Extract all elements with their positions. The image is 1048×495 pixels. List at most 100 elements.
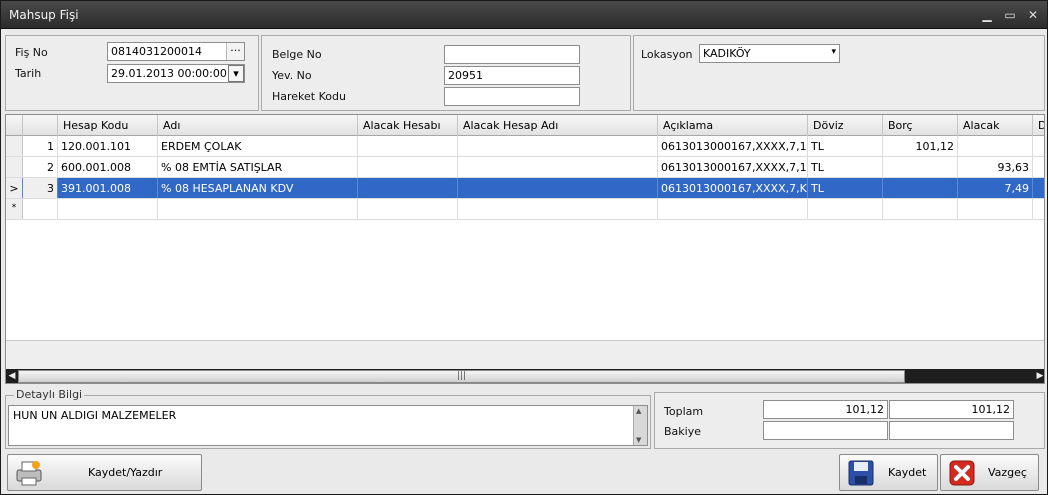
cell-alacak-hesabi[interactable] (358, 157, 458, 177)
cell-doviz[interactable]: TL (808, 157, 883, 177)
mahsup-grid: Hesap Kodu Adı Alacak Hesabı Alacak Hesa… (5, 114, 1045, 384)
printer-icon (16, 461, 42, 486)
fis-no-lookup-button[interactable]: ··· (226, 43, 244, 60)
scroll-right-icon[interactable]: ▶ (1034, 369, 1044, 383)
hareket-kodu-field[interactable] (444, 87, 580, 106)
column-header-doviz[interactable]: Döviz (808, 115, 883, 136)
lokasyon-panel: Lokasyon KADIKÖY ▾ (633, 35, 1045, 111)
cell-alacak[interactable] (958, 136, 1033, 156)
cell-doviz[interactable]: TL (808, 178, 883, 198)
lokasyon-value: KADIKÖY (703, 47, 751, 60)
new-row-icon[interactable]: * (6, 199, 23, 219)
minimize-icon[interactable]: ▁ (979, 7, 995, 23)
save-icon (848, 460, 874, 486)
yev-no-label: Yev. No (272, 69, 312, 82)
cell-alacak-hesabi[interactable] (358, 178, 458, 198)
detayli-bilgi-text: HUN UN ALDIGI MALZEMELER (13, 409, 177, 422)
row-indicator[interactable] (6, 157, 23, 177)
cell-alacak[interactable]: 93,63 (958, 157, 1033, 177)
cell-alacak[interactable]: 7,49 (958, 178, 1033, 198)
row-number (23, 199, 58, 219)
cell-alacak-hesap-adi[interactable] (458, 178, 658, 198)
tarih-dropdown-icon[interactable]: ▾ (228, 65, 244, 82)
column-header-alacak-hesabi[interactable]: Alacak Hesabı (358, 115, 458, 136)
horizontal-scrollbar[interactable]: ◀ ||| ▶ (6, 369, 1044, 383)
belge-no-label: Belge No (272, 48, 322, 61)
close-icon[interactable]: ✕ (1025, 7, 1041, 23)
scroll-left-icon[interactable]: ◀ (6, 369, 18, 383)
cell-borc[interactable]: 101,12 (883, 136, 958, 156)
cell-aciklama[interactable] (658, 199, 808, 219)
cell-adi[interactable]: % 08 HESAPLANAN KDV (158, 178, 358, 198)
vazgec-label: Vazgeç (988, 466, 1027, 479)
belge-no-field[interactable] (444, 45, 580, 64)
cell-aciklama[interactable]: 0613013000167,XXXX,7,10... (658, 157, 808, 177)
cell-alacak[interactable] (958, 199, 1033, 219)
detayli-bilgi-group: Detaylı Bilgi HUN UN ALDIGI MALZEMELER ▲… (5, 388, 651, 449)
cell-adi[interactable]: % 08 EMTİA SATIŞLAR (158, 157, 358, 177)
scroll-thumb[interactable]: ||| (18, 370, 905, 383)
row-number: 1 (23, 136, 58, 156)
mahsup-fisi-window: Mahsup Fişi ▁ ▭ ✕ Fiş No 0814031200014 ·… (0, 0, 1048, 495)
cell-hesap-kodu[interactable]: 120.001.101 (58, 136, 158, 156)
column-header-d[interactable]: D (1033, 115, 1044, 136)
column-header-hesap-kodu[interactable]: Hesap Kodu (58, 115, 158, 136)
cell-alacak-hesap-adi[interactable] (458, 199, 658, 219)
cell-alacak-hesap-adi[interactable] (458, 157, 658, 177)
belge-panel: Belge No Yev. No 20951 Hareket Kodu (261, 35, 631, 111)
fis-panel: Fiş No 0814031200014 ··· Tarih 29.01.201… (5, 35, 259, 111)
toplam-alacak-field: 101,12 (889, 400, 1014, 419)
cell-alacak-hesabi[interactable] (358, 136, 458, 156)
scroll-up-icon[interactable]: ▲ (636, 407, 641, 415)
cell-doviz[interactable]: TL (808, 136, 883, 156)
maximize-icon[interactable]: ▭ (1002, 7, 1018, 23)
cell-adi[interactable]: ERDEM ÇOLAK (158, 136, 358, 156)
vazgec-button[interactable]: Vazgeç (940, 454, 1039, 491)
cell-adi[interactable] (158, 199, 358, 219)
column-header-aciklama[interactable]: Açıklama (658, 115, 808, 136)
grid-footer (6, 340, 1044, 369)
fis-no-label: Fiş No (15, 46, 48, 59)
tarih-field[interactable]: 29.01.2013 00:00:00 ▾ (107, 64, 245, 83)
cell-borc[interactable] (883, 178, 958, 198)
tarih-value: 29.01.2013 00:00:00 (111, 67, 227, 80)
table-row-selected[interactable]: > 3 391.001.008 % 08 HESAPLANAN KDV 0613… (6, 178, 1044, 199)
current-row-icon[interactable]: > (6, 178, 23, 198)
table-row[interactable]: 2 600.001.008 % 08 EMTİA SATIŞLAR 061301… (6, 157, 1044, 178)
title-bar: Mahsup Fişi ▁ ▭ ✕ (1, 1, 1047, 29)
cell-aciklama[interactable]: 0613013000167,XXXX,7,K... (658, 178, 808, 198)
grid-header: Hesap Kodu Adı Alacak Hesabı Alacak Hesa… (6, 115, 1044, 136)
row-indicator[interactable] (6, 136, 23, 156)
memo-vertical-scrollbar[interactable]: ▲ ▼ (633, 406, 647, 445)
bakiye-borc-field (763, 421, 888, 440)
kaydet-label: Kaydet (888, 466, 927, 479)
yev-no-field[interactable]: 20951 (444, 66, 580, 85)
cell-aciklama[interactable]: 0613013000167,XXXX,7,10... (658, 136, 808, 156)
tarih-label: Tarih (15, 67, 42, 80)
lokasyon-select[interactable]: KADIKÖY ▾ (699, 44, 840, 63)
scroll-down-icon[interactable]: ▼ (636, 436, 641, 444)
cell-alacak-hesabi[interactable] (358, 199, 458, 219)
fis-no-field[interactable]: 0814031200014 ··· (107, 42, 245, 61)
new-row[interactable]: * (6, 199, 1044, 220)
cell-hesap-kodu[interactable] (58, 199, 158, 219)
cell-borc[interactable] (883, 199, 958, 219)
cell-alacak-hesap-adi[interactable] (458, 136, 658, 156)
detayli-bilgi-memo[interactable]: HUN UN ALDIGI MALZEMELER ▲ ▼ (8, 405, 648, 446)
bakiye-alacak-field (889, 421, 1014, 440)
cell-hesap-kodu[interactable]: 391.001.008 (58, 178, 158, 198)
chevron-down-icon[interactable]: ▾ (831, 46, 836, 59)
column-header-alacak-hesap-adi[interactable]: Alacak Hesap Adı (458, 115, 658, 136)
cell-doviz[interactable] (808, 199, 883, 219)
cell-borc[interactable] (883, 157, 958, 177)
kaydet-button[interactable]: Kaydet (839, 454, 938, 491)
cell-hesap-kodu[interactable]: 600.001.008 (58, 157, 158, 177)
table-row[interactable]: 1 120.001.101 ERDEM ÇOLAK 0613013000167,… (6, 136, 1044, 157)
kaydet-yazdir-button[interactable]: Kaydet/Yazdır (7, 454, 202, 491)
column-header-borc[interactable]: Borç (883, 115, 958, 136)
kaydet-yazdir-label: Kaydet/Yazdır (88, 466, 163, 479)
column-header-adi[interactable]: Adı (158, 115, 358, 136)
totals-panel: Toplam 101,12 101,12 Bakiye (654, 392, 1045, 449)
column-header-alacak[interactable]: Alacak (958, 115, 1033, 136)
lokasyon-label: Lokasyon (641, 48, 693, 61)
